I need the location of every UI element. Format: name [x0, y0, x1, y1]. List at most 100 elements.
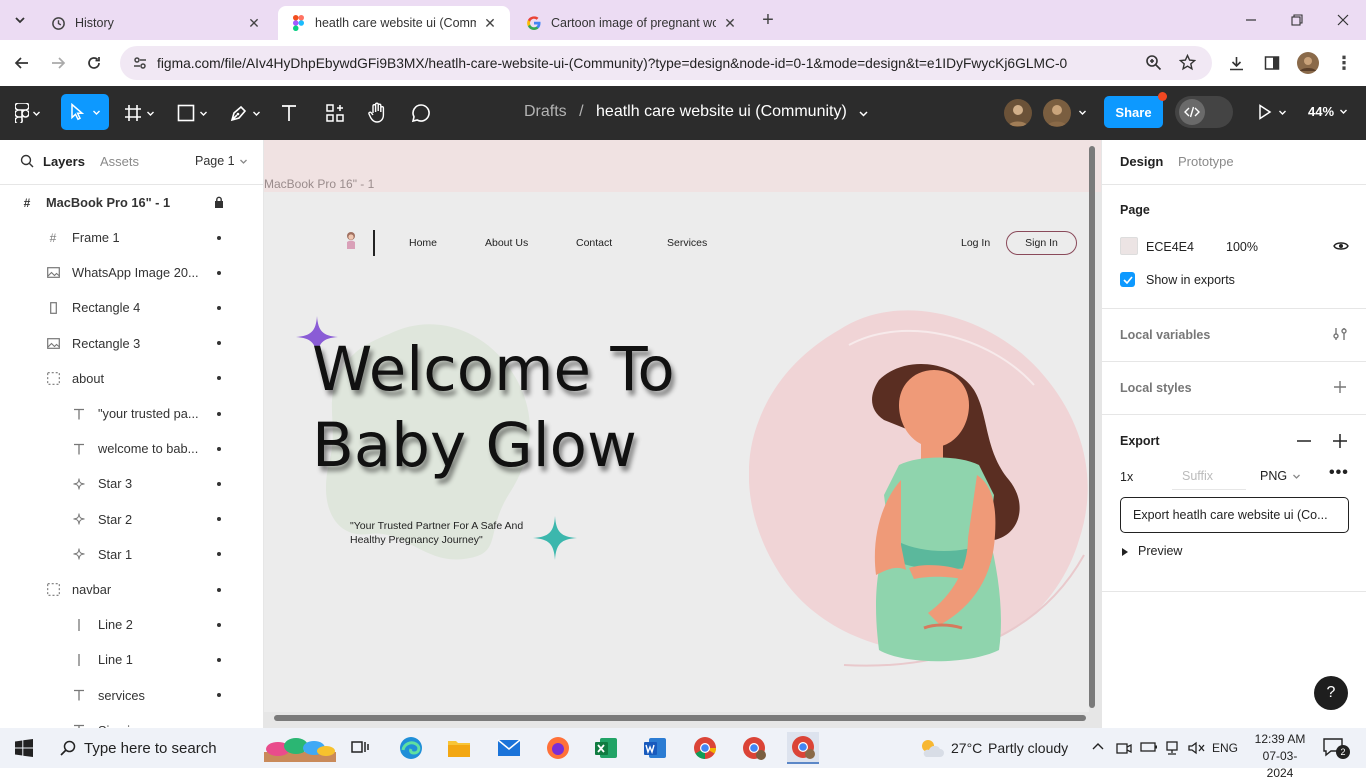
layer-row[interactable]: about [0, 361, 264, 396]
comment-tool-button[interactable] [411, 101, 431, 125]
remove-export-minus-icon[interactable] [1297, 440, 1311, 442]
local-variables-section[interactable]: Local variables [1102, 309, 1366, 362]
file-name[interactable]: heatlh care website ui (Community) [596, 103, 847, 120]
volume-muted-icon[interactable] [1187, 740, 1205, 756]
chevron-up-icon[interactable] [1092, 742, 1104, 752]
layer-row[interactable]: # Frame 1 [0, 220, 264, 255]
edge-icon[interactable] [395, 732, 427, 764]
layer-visibility-dot[interactable] [217, 622, 221, 627]
close-icon[interactable]: ✕ [482, 15, 498, 32]
layer-row[interactable]: Rectangle 3 [0, 326, 264, 361]
macbook-frame[interactable]: Home About Us Contact Services Log In Si… [264, 192, 1089, 712]
forward-button[interactable] [47, 52, 69, 74]
nav-about[interactable]: About Us [485, 237, 528, 249]
variables-icon[interactable] [1332, 326, 1348, 342]
layer-row[interactable]: welcome to bab... [0, 431, 264, 466]
browser-menu-icon[interactable]: ⋮ [1333, 52, 1355, 74]
layer-row[interactable]: Star 3 [0, 466, 264, 501]
layer-visibility-dot[interactable] [217, 235, 221, 240]
resources-tool-button[interactable] [325, 101, 345, 125]
user-avatar[interactable] [1043, 99, 1071, 127]
weather-temp[interactable]: 27°C [951, 740, 982, 756]
present-button[interactable] [1258, 104, 1287, 120]
layer-visibility-dot[interactable] [217, 657, 221, 662]
export-format-select[interactable]: PNG [1260, 469, 1301, 483]
shape-tool-button[interactable] [176, 101, 208, 125]
nav-login[interactable]: Log In [961, 237, 990, 249]
excel-icon[interactable] [590, 732, 622, 764]
lock-icon[interactable] [214, 196, 224, 208]
close-window-button[interactable] [1332, 9, 1354, 31]
notification-center-icon[interactable]: 2 [1322, 737, 1352, 759]
tab-prototype[interactable]: Prototype [1178, 154, 1234, 169]
weather-text[interactable]: Partly cloudy [988, 740, 1068, 756]
layer-row[interactable]: navbar [0, 572, 264, 607]
restore-button[interactable] [1286, 9, 1308, 31]
export-scale[interactable]: 1x [1120, 470, 1133, 484]
chrome-icon[interactable] [689, 732, 721, 764]
page-color-hex[interactable]: ECE4E4 [1146, 240, 1194, 254]
design-canvas[interactable]: MacBook Pro 16" - 1 Home About Us Contac… [264, 140, 1101, 728]
windows-start-icon[interactable] [8, 732, 40, 764]
layer-visibility-dot[interactable] [217, 376, 221, 381]
add-export-plus-icon[interactable] [1333, 434, 1347, 448]
collaborator-avatar[interactable] [1004, 99, 1032, 127]
text-tool-button[interactable] [279, 101, 299, 125]
bookmark-star-icon[interactable] [1179, 54, 1196, 71]
export-more-icon[interactable]: ••• [1329, 464, 1349, 482]
network-icon[interactable] [1164, 740, 1180, 756]
layer-row[interactable]: Star 2 [0, 502, 264, 537]
tab-search-chevron-icon[interactable] [9, 9, 31, 31]
reload-button[interactable] [83, 52, 105, 74]
nav-signin-button[interactable]: Sign In [1006, 231, 1077, 255]
help-button[interactable]: ? [1314, 676, 1348, 710]
tab-history[interactable]: History ✕ [38, 6, 274, 40]
new-tab-button[interactable]: + [757, 9, 779, 31]
figma-main-menu[interactable] [15, 101, 41, 125]
nav-home[interactable]: Home [409, 237, 437, 249]
layer-row[interactable]: WhatsApp Image 20... [0, 255, 264, 290]
layer-row[interactable]: Rectangle 4 [0, 290, 264, 325]
tab-assets[interactable]: Assets [100, 154, 139, 169]
search-icon[interactable] [20, 154, 34, 168]
chevron-down-icon[interactable] [1078, 108, 1087, 117]
local-styles-section[interactable]: Local styles [1102, 362, 1366, 415]
layer-visibility-dot[interactable] [217, 693, 221, 698]
clock[interactable]: 12:39 AM 07-03-2024 [1250, 731, 1310, 782]
layer-visibility-dot[interactable] [217, 517, 221, 522]
layer-visibility-dot[interactable] [217, 587, 221, 592]
layer-row[interactable]: Line 1 [0, 642, 264, 677]
chevron-down-icon[interactable] [858, 108, 869, 119]
pen-tool-button[interactable] [229, 101, 261, 125]
side-panel-icon[interactable] [1261, 52, 1283, 74]
mail-icon[interactable] [493, 732, 525, 764]
add-style-plus-icon[interactable] [1333, 380, 1347, 394]
firefox-icon[interactable] [542, 732, 574, 764]
vertical-scrollbar[interactable] [1089, 146, 1095, 708]
language-indicator[interactable]: ENG [1212, 741, 1238, 755]
layer-visibility-dot[interactable] [217, 552, 221, 557]
layer-visibility-dot[interactable] [217, 341, 221, 346]
nav-contact[interactable]: Contact [576, 237, 612, 249]
page-opacity[interactable]: 100% [1226, 240, 1258, 254]
frame-tool-button[interactable] [123, 101, 155, 125]
frame-label[interactable]: MacBook Pro 16" - 1 [264, 177, 374, 191]
share-button[interactable]: Share [1104, 96, 1163, 128]
file-explorer-icon[interactable] [443, 732, 475, 764]
close-icon[interactable]: ✕ [246, 15, 262, 32]
export-suffix-input[interactable]: Suffix [1172, 462, 1246, 490]
tab-layers[interactable]: Layers [43, 154, 85, 169]
weather-icon[interactable] [915, 732, 947, 764]
nav-services[interactable]: Services [667, 237, 707, 249]
back-button[interactable] [11, 52, 33, 74]
move-tool-button[interactable] [61, 94, 109, 130]
page-color-swatch[interactable] [1120, 237, 1138, 255]
download-icon[interactable] [1225, 52, 1247, 74]
meet-now-icon[interactable] [1116, 740, 1132, 756]
tab-figma[interactable]: heatlh care website ui (Commun ✕ [278, 6, 510, 40]
chrome-profile-icon[interactable] [738, 732, 770, 764]
task-view-icon[interactable] [344, 732, 376, 764]
hand-tool-button[interactable] [367, 101, 387, 125]
page-selector[interactable]: Page 1 [195, 154, 248, 168]
battery-icon[interactable] [1140, 740, 1158, 754]
